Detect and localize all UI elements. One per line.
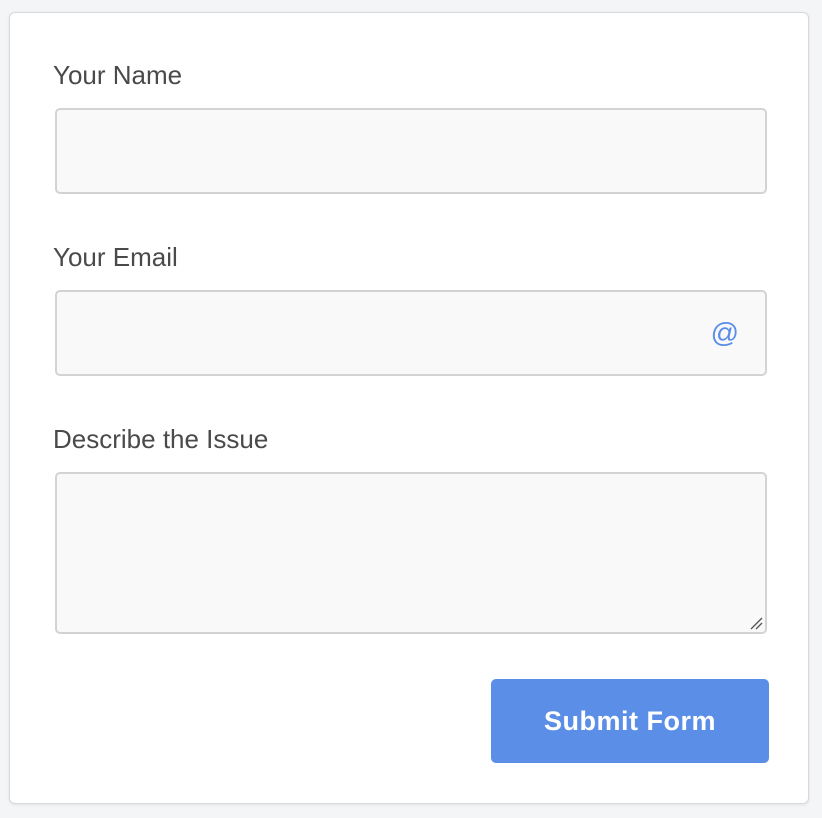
name-label: Your Name [53,60,183,90]
contact-form-card: Your Name Your Email @ Describe the Issu… [9,12,809,804]
submit-form-button[interactable]: Submit Form [491,679,769,763]
name-input[interactable] [55,108,767,194]
at-sign-icon: @ [710,317,739,348]
email-label: Your Email [53,242,178,272]
issue-field-wrapper [55,472,767,634]
issue-textarea[interactable] [55,472,767,634]
issue-label: Describe the Issue [53,424,269,454]
email-field-wrapper: @ [55,290,767,376]
email-input[interactable] [55,290,767,376]
